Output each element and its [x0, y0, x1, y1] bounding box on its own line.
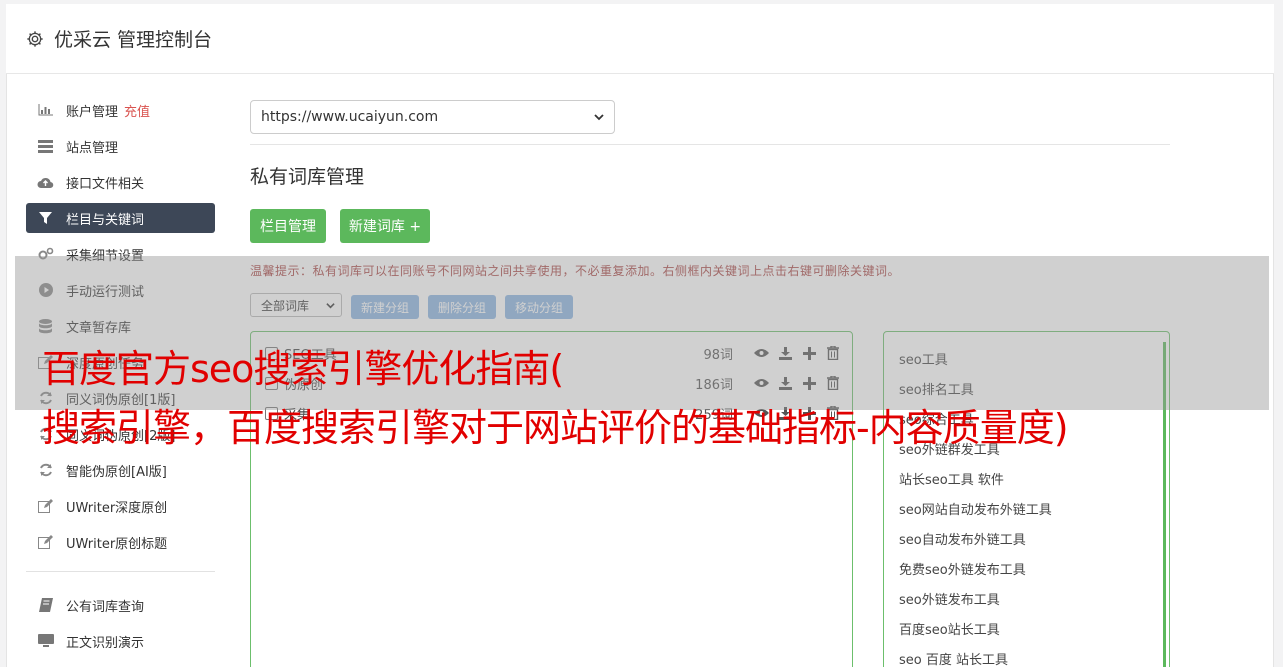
server-icon: [37, 139, 54, 153]
refresh-icon: [37, 463, 54, 477]
chevron-down-icon: [594, 114, 604, 121]
book-icon: [37, 598, 54, 612]
new-lexicon-button[interactable]: 新建词库 +: [340, 209, 430, 243]
sidebar-divider: [26, 571, 215, 572]
keyword-item[interactable]: seo外链发布工具: [899, 589, 1000, 608]
sidebar-item-uwriter-deep[interactable]: UWriter深度原创: [26, 491, 215, 521]
sidebar-item-label: 栏目与关键词: [66, 212, 145, 228]
column-manage-button[interactable]: 栏目管理: [250, 209, 326, 243]
sidebar-item-label: 接口文件相关: [66, 176, 145, 192]
headline-line-1: 百度官方seo搜索引擎优化指南(: [42, 347, 564, 391]
sidebar-item-label: 正文识别演示: [66, 635, 145, 651]
site-select-value: https://www.ucaiyun.com: [261, 109, 439, 125]
gear-icon: [27, 30, 43, 47]
keyword-item[interactable]: seo网站自动发布外链工具: [899, 499, 1052, 518]
divider: [250, 144, 1170, 145]
desktop-icon: [37, 634, 54, 648]
sidebar-item-label: UWriter深度原创: [66, 500, 168, 516]
sidebar-item-label: 公有词库查询: [66, 599, 145, 615]
sidebar-item-text-recognition[interactable]: 正文识别演示: [26, 626, 215, 656]
app-title: 优采云 管理控制台: [54, 29, 213, 51]
sidebar-item-api-files[interactable]: 接口文件相关: [26, 167, 215, 197]
sidebar-item-sites[interactable]: 站点管理: [26, 131, 215, 161]
sidebar-item-uwriter-title[interactable]: UWriter原创标题: [26, 527, 215, 557]
top-bar: 优采云 管理控制台: [6, 4, 1274, 74]
sidebar-item-label: 智能伪原创[AI版]: [66, 464, 167, 480]
keyword-item[interactable]: seo 百度 站长工具: [899, 649, 1008, 667]
recharge-link[interactable]: 充值: [124, 101, 150, 120]
cloud-upload-icon: [37, 175, 54, 189]
sidebar-item-ai-original[interactable]: 智能伪原创[AI版]: [26, 455, 215, 485]
sidebar-item-account[interactable]: 账户管理 充值: [26, 95, 215, 125]
edit-icon: [37, 535, 54, 549]
keyword-item[interactable]: 站长seo工具 软件: [899, 469, 1004, 488]
filter-icon: [37, 211, 54, 225]
sidebar-item-label: 站点管理: [66, 140, 119, 156]
keyword-item[interactable]: 百度seo站长工具: [899, 619, 1000, 638]
sidebar-item-label: UWriter原创标题: [66, 536, 168, 552]
sidebar-item-public-lexicon[interactable]: 公有词库查询: [26, 590, 215, 620]
sidebar-item-label: 账户管理: [66, 104, 119, 120]
edit-icon: [37, 499, 54, 513]
page-title: 私有词库管理: [250, 166, 365, 188]
keyword-item[interactable]: 免费seo外链发布工具: [899, 559, 1026, 578]
headline-line-2: 搜索引擎，百度搜索引擎对于网站评价的基础指标-内容质量度): [42, 406, 1069, 450]
sidebar-item-columns-keywords[interactable]: 栏目与关键词: [26, 203, 215, 233]
bar-chart-icon: [37, 103, 54, 117]
site-select[interactable]: https://www.ucaiyun.com: [250, 100, 615, 134]
keyword-item[interactable]: seo自动发布外链工具: [899, 529, 1026, 548]
